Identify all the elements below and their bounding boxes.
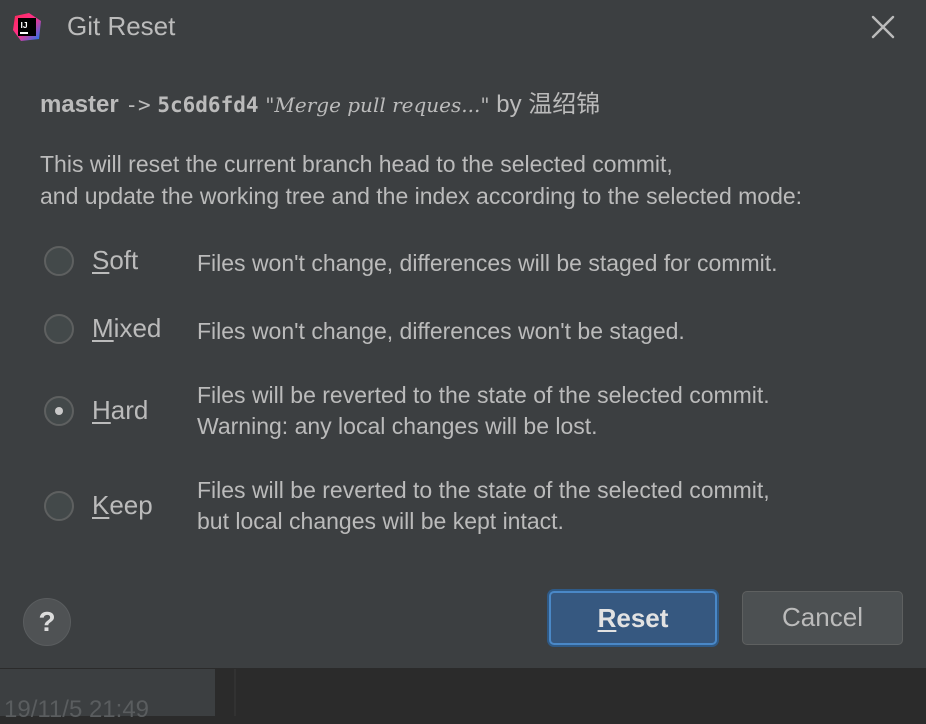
help-button[interactable]: ? xyxy=(23,598,71,646)
reset-arrow: -> xyxy=(125,93,151,117)
keep-description: Files will be reverted to the state of t… xyxy=(197,475,770,537)
soft-description-line-1: Files won't change, differences will be … xyxy=(197,250,778,276)
commit-message: "Merge pull reques..." xyxy=(265,93,490,117)
keep-mnemonic: K xyxy=(92,490,110,520)
intellij-logo-icon: IJ xyxy=(13,13,41,41)
mode-option-soft[interactable]: Soft Files won't change, differences wil… xyxy=(42,245,912,280)
dialog-title: Git Reset xyxy=(67,11,176,41)
reset-button[interactable]: Reset xyxy=(549,591,717,645)
commit-info: master -> 5c6d6fd4 "Merge pull reques...… xyxy=(40,84,600,119)
mode-option-mixed[interactable]: Mixed Files won't change, differences wo… xyxy=(42,313,912,348)
mixed-description: Files won't change, differences won't be… xyxy=(197,316,685,347)
keep-label-rest: eep xyxy=(109,490,153,520)
mode-option-keep[interactable]: Keep Files will be reverted to the state… xyxy=(42,475,912,539)
commit-by-label: by xyxy=(496,91,522,118)
hard-mnemonic: H xyxy=(92,395,111,425)
commit-author: 温绍锦 xyxy=(528,91,601,118)
mixed-label-rest: ixed xyxy=(113,313,162,343)
commit-hash: 5c6d6fd4 xyxy=(157,93,259,117)
reset-description: This will reset the current branch head … xyxy=(40,148,802,212)
hard-description-line-1: Files will be reverted to the state of t… xyxy=(197,382,770,408)
close-icon[interactable] xyxy=(868,12,898,42)
app-icon-text: IJ xyxy=(21,20,28,30)
mode-option-hard[interactable]: Hard Files will be reverted to the state… xyxy=(42,380,912,444)
soft-description: Files won't change, differences will be … xyxy=(197,248,778,279)
hard-radio-selected[interactable] xyxy=(44,396,74,426)
reset-label-rest: eset xyxy=(616,603,669,633)
background-divider xyxy=(234,669,236,716)
hard-description: Files will be reverted to the state of t… xyxy=(197,380,770,442)
soft-label[interactable]: Soft xyxy=(92,245,138,276)
soft-mnemonic: S xyxy=(92,245,110,275)
keep-description-line-1: Files will be reverted to the state of t… xyxy=(197,477,770,503)
mixed-radio[interactable] xyxy=(44,314,74,344)
keep-description-line-2: but local changes will be kept intact. xyxy=(197,508,564,534)
description-line-2: and update the working tree and the inde… xyxy=(40,183,803,209)
keep-label[interactable]: Keep xyxy=(92,490,153,521)
mixed-mnemonic: M xyxy=(92,313,114,343)
reset-mnemonic: R xyxy=(597,603,617,633)
background-date-text: 19/11/5 21:49 xyxy=(4,696,150,723)
hard-description-line-2: Warning: any local changes will be lost. xyxy=(197,413,598,439)
description-line-1: This will reset the current branch head … xyxy=(40,151,673,177)
hard-label[interactable]: Hard xyxy=(92,395,148,426)
cancel-button[interactable]: Cancel xyxy=(742,591,903,645)
dialog-titlebar: IJ Git Reset xyxy=(0,0,926,54)
mixed-description-line-1: Files won't change, differences won't be… xyxy=(197,318,685,344)
keep-radio[interactable] xyxy=(44,491,74,521)
soft-label-rest: oft xyxy=(109,245,139,275)
branch-name: master xyxy=(40,91,119,118)
git-reset-dialog: IJ Git Reset master -> 5c6d6fd4 "Merge p… xyxy=(0,0,926,669)
soft-radio[interactable] xyxy=(44,246,74,276)
hard-label-rest: ard xyxy=(110,395,149,425)
mixed-label[interactable]: Mixed xyxy=(92,313,161,344)
